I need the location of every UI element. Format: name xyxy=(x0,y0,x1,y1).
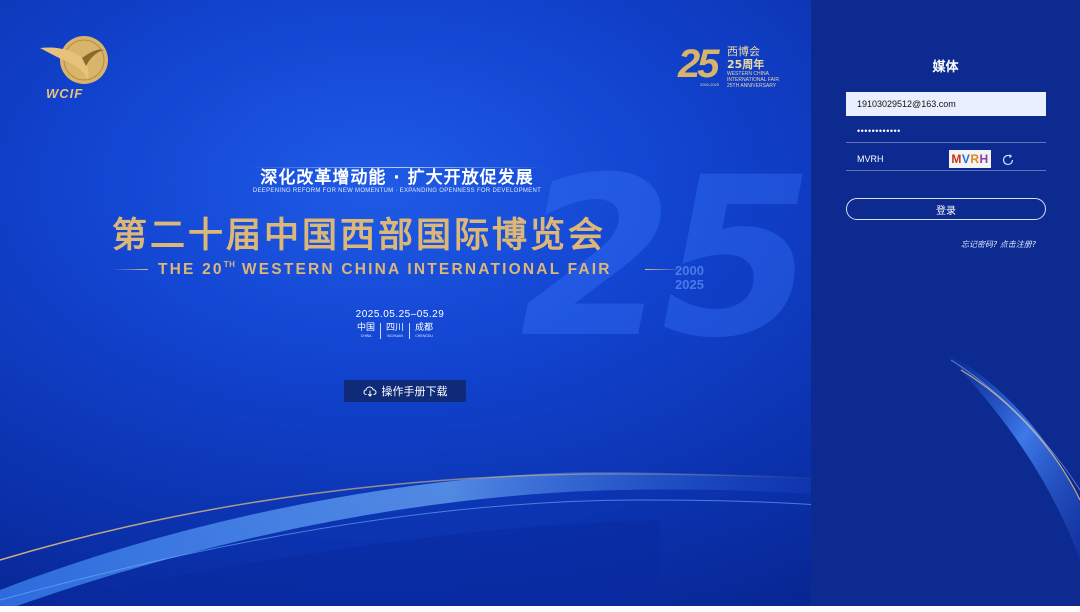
title-en-sup: TH xyxy=(223,260,236,269)
slogan: 深化改革增动能 · 扩大开放促发展 DEEPENING REFORM FOR N… xyxy=(250,166,544,194)
title-divider-right xyxy=(645,269,683,270)
register-link[interactable]: 点击注册? xyxy=(1000,240,1036,249)
captcha-field-wrapper xyxy=(846,147,1046,171)
place-item: 成都 CHENGDU xyxy=(409,323,438,339)
captcha-input[interactable] xyxy=(846,147,946,171)
manual-download-button[interactable]: 操作手册下载 xyxy=(344,380,466,402)
title-en-prefix: THE 20 xyxy=(158,261,224,278)
place-en: SICHUAN xyxy=(387,334,403,338)
captcha-char: H xyxy=(979,152,989,166)
place-cn: 成都 xyxy=(415,323,434,333)
anniversary-cn-years: 25周年 xyxy=(727,58,765,71)
login-page: 25 2000 2025 WCIF 25 西博会 25周年 WESTERN CH… xyxy=(0,0,1080,612)
captcha-char: M xyxy=(951,152,962,166)
logo-text: WCIF xyxy=(46,86,84,101)
watermark-25: 25 xyxy=(520,130,814,386)
place-item: 中国 CHINA xyxy=(352,323,380,339)
refresh-icon[interactable] xyxy=(1001,153,1015,167)
watermark-year-end: 2025 xyxy=(675,277,704,292)
manual-download-label: 操作手册下载 xyxy=(381,385,448,398)
login-title: 媒体 xyxy=(932,60,959,75)
title-divider-left xyxy=(112,269,148,270)
title-en-rest: WESTERN CHINA INTERNATIONAL FAIR xyxy=(235,261,612,278)
login-panel: 媒体 M V R H 登录 忘记密码? 点击注册? xyxy=(811,0,1080,612)
event-location: 中国 CHINA 四川 SICHUAN 成都 CHENGDU xyxy=(352,323,438,339)
event-title-cn: 第二十届中国西部国际博览会 xyxy=(112,216,607,256)
bottom-strip xyxy=(0,606,1080,612)
password-input[interactable] xyxy=(846,119,1046,143)
username-field-wrapper xyxy=(846,92,1046,116)
slogan-cn: 深化改革增动能 · 扩大开放促发展 xyxy=(260,168,534,188)
captcha-char: V xyxy=(961,152,971,166)
place-cn: 四川 xyxy=(386,323,405,333)
password-field-wrapper xyxy=(846,119,1046,143)
forgot-password-link[interactable]: 忘记密码? xyxy=(961,240,997,249)
cloud-download-icon xyxy=(362,386,377,397)
captcha-char: R xyxy=(970,152,980,166)
slogan-en: DEEPENING REFORM FOR NEW MOMENTUM · EXPA… xyxy=(252,188,542,194)
place-cn: 中国 xyxy=(357,323,376,333)
place-en: CHENGDU xyxy=(415,334,433,338)
watermark-year-start: 2000 xyxy=(675,263,704,278)
anniversary-en-line: 25TH ANNIVERSARY xyxy=(727,83,777,89)
anniversary-en: WESTERN CHINA INTERNATIONAL FAIR 25TH AN… xyxy=(727,71,787,89)
captcha-image[interactable]: M V R H xyxy=(949,150,991,168)
anniversary-number: 25 xyxy=(678,42,719,86)
auth-links: 忘记密码? 点击注册? xyxy=(961,239,1036,250)
username-input[interactable] xyxy=(846,92,1046,116)
login-button[interactable]: 登录 xyxy=(846,198,1046,220)
event-date: 2025.05.25–05.29 xyxy=(355,309,445,320)
event-title-en: THE 20TH WESTERN CHINA INTERNATIONAL FAI… xyxy=(158,260,648,279)
anniversary-badge: 25 西博会 25周年 WESTERN CHINA INTERNATIONAL … xyxy=(678,42,788,90)
anniversary-range: 2000-2025 xyxy=(700,82,720,87)
place-item: 四川 SICHUAN xyxy=(380,323,409,339)
place-en: CHINA xyxy=(360,334,372,338)
